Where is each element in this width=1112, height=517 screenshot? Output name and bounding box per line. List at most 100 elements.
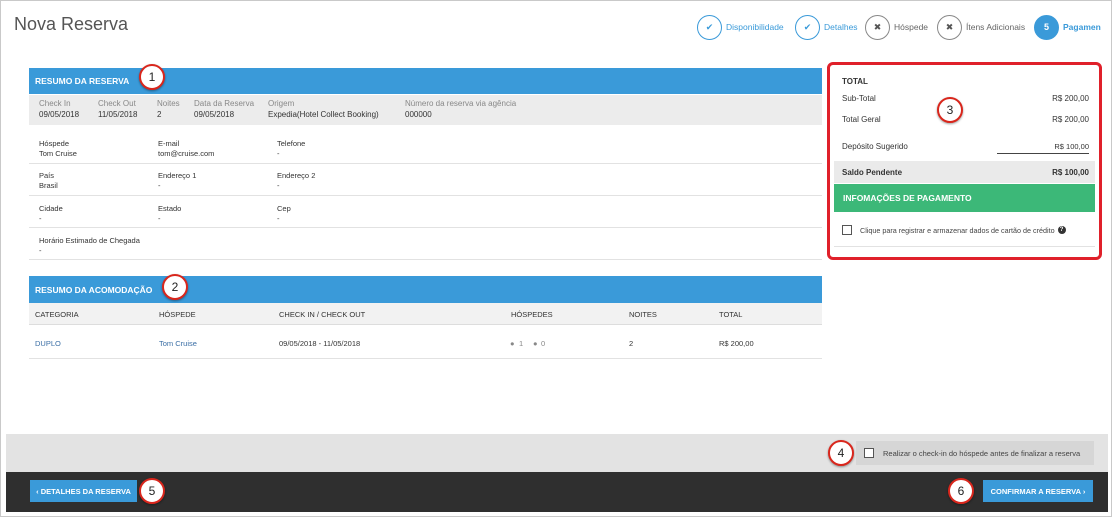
column-header: HÓSPEDE — [159, 310, 196, 319]
divider — [29, 163, 822, 164]
close-icon: ✖ — [937, 14, 962, 40]
cell-children: 0 — [541, 339, 546, 348]
divider — [834, 246, 1095, 247]
back-to-details-button[interactable]: ‹ DETALHES DA RESERVA — [30, 480, 137, 502]
step-hospede[interactable]: ✖ Hóspede — [865, 14, 928, 40]
step-disponibilidade[interactable]: ✔ Disponibilidade — [697, 14, 784, 40]
divider — [29, 195, 822, 196]
adult-icon: ● — [510, 339, 515, 348]
grand-total-label: Total Geral — [842, 115, 881, 124]
callout-marker: 1 — [139, 64, 165, 90]
callout-marker: 6 — [948, 478, 974, 504]
divider — [29, 259, 822, 260]
cell-guest: Tom Cruise — [159, 339, 197, 348]
meta-nights: Noites 2 — [157, 99, 180, 119]
column-header: NOITES — [629, 310, 657, 319]
field-value: - — [277, 149, 280, 158]
step-label: Pagamen — [1063, 22, 1101, 32]
meta-key: Origem — [268, 99, 295, 108]
column-header: TOTAL — [719, 310, 743, 319]
callout-marker: 2 — [162, 274, 188, 300]
confirm-reservation-button[interactable]: CONFIRMAR A RESERVA › — [983, 480, 1093, 502]
payment-info-title: INFOMAÇÕES DE PAGAMENTO — [843, 193, 972, 203]
meta-booking-date: Data da Reserva 09/05/2018 — [194, 99, 254, 119]
payment-info-header: INFOMAÇÕES DE PAGAMENTO — [834, 184, 1095, 212]
reservation-meta: Check In 09/05/2018 Check Out 11/05/2018… — [29, 95, 822, 125]
step-label: Disponibilidade — [726, 22, 784, 32]
field-state: Estado - — [158, 204, 181, 223]
cell-category: DUPLO — [35, 339, 61, 348]
field-key: Horário Estimado de Chegada — [39, 236, 140, 245]
pending-value: R$ 100,00 — [1052, 168, 1089, 177]
meta-agency-number: Número da reserva via agência 000000 — [405, 99, 516, 119]
meta-value: 000000 — [405, 110, 432, 119]
checkin-checkbox[interactable] — [864, 448, 874, 458]
subtotal-label: Sub-Total — [842, 94, 876, 103]
field-key: Telefone — [277, 139, 306, 148]
totals-title-row: TOTAL — [842, 77, 1089, 86]
meta-value: 09/05/2018 — [39, 110, 80, 119]
field-value: Brasil — [39, 181, 58, 190]
meta-key: Check In — [39, 99, 71, 108]
meta-value: 2 — [157, 110, 162, 119]
field-guest: Hóspede Tom Cruise — [39, 139, 77, 158]
field-value: tom@cruise.com — [158, 149, 215, 158]
child-icon: ● — [533, 339, 538, 348]
step-label: Hóspede — [894, 22, 929, 32]
deposit-row: Depósito Sugerido R$ 100,00 — [842, 142, 1089, 154]
field-address1: Endereço 1 - — [158, 171, 196, 190]
store-card-checkbox[interactable] — [842, 225, 852, 235]
accommodation-summary-title: RESUMO DA ACOMODAÇÃO — [35, 284, 153, 295]
field-key: Endereço 2 — [277, 171, 316, 180]
step-itens-adicionais[interactable]: ✖ Ítens Adicionais — [937, 14, 1025, 40]
field-key: E-mail — [158, 139, 180, 148]
checkin-label: Realizar o check-in do hóspede antes de … — [883, 448, 1081, 458]
page-title: Nova Reserva — [14, 14, 129, 34]
checkin-option[interactable]: Realizar o check-in do hóspede antes de … — [856, 441, 1094, 465]
callout-marker: 3 — [937, 97, 963, 123]
field-value: - — [158, 181, 161, 190]
wizard-stepper: ✔ Disponibilidade ✔ Detalhes ✖ Hóspede ✖… — [697, 14, 1112, 40]
divider — [29, 358, 822, 359]
step-detalhes[interactable]: ✔ Detalhes — [795, 14, 858, 40]
meta-key: Noites — [157, 99, 180, 108]
callout-marker: 5 — [139, 478, 165, 504]
field-key: Endereço 1 — [158, 171, 197, 180]
field-value: - — [39, 246, 42, 255]
help-icon[interactable]: ? — [1057, 226, 1066, 234]
store-card-option[interactable]: Clique para registrar e armazenar dados … — [842, 225, 1066, 235]
field-value: - — [158, 214, 161, 223]
reservation-summary-title: RESUMO DA RESERVA — [35, 76, 130, 86]
field-email: E-mail tom@cruise.com — [158, 139, 214, 158]
grand-total-value: R$ 200,00 — [1052, 115, 1089, 124]
accommodation-summary-header: RESUMO DA ACOMODAÇÃO — [29, 276, 822, 303]
meta-value: Expedia(Hotel Collect Booking) — [268, 110, 379, 119]
check-icon: ✔ — [795, 14, 820, 40]
divider — [29, 227, 822, 228]
column-header: HÓSPEDES — [511, 310, 553, 319]
pending-row: Saldo Pendente R$ 100,00 — [842, 168, 1089, 177]
check-icon: ✔ — [697, 14, 722, 40]
field-key: Cep — [277, 204, 291, 213]
field-country: País Brasil — [39, 171, 58, 190]
cell-adults: 1 — [519, 339, 524, 348]
deposit-label: Depósito Sugerido — [842, 142, 908, 151]
step-number: 5 — [1034, 14, 1059, 40]
step-pagamento[interactable]: 5 Pagamen — [1034, 14, 1101, 40]
meta-key: Data da Reserva — [194, 99, 255, 108]
close-icon: ✖ — [865, 14, 890, 40]
field-value: - — [277, 214, 280, 223]
totals-panel: TOTAL Sub-Total R$ 200,00 Total Geral R$… — [827, 62, 1102, 260]
totals-title: TOTAL — [842, 77, 868, 86]
field-value: - — [277, 181, 280, 190]
field-key: Hóspede — [39, 139, 70, 148]
field-key: Estado — [158, 204, 182, 213]
cell-nights: 2 — [629, 339, 634, 348]
field-key: Cidade — [39, 204, 63, 213]
field-city: Cidade - — [39, 204, 63, 223]
field-zip: Cep - — [277, 204, 291, 223]
deposit-input[interactable]: R$ 100,00 — [997, 142, 1089, 154]
meta-origin: Origem Expedia(Hotel Collect Booking) — [268, 99, 379, 119]
subtotal-row: Sub-Total R$ 200,00 — [842, 94, 1089, 103]
meta-checkout: Check Out 11/05/2018 — [98, 99, 137, 119]
